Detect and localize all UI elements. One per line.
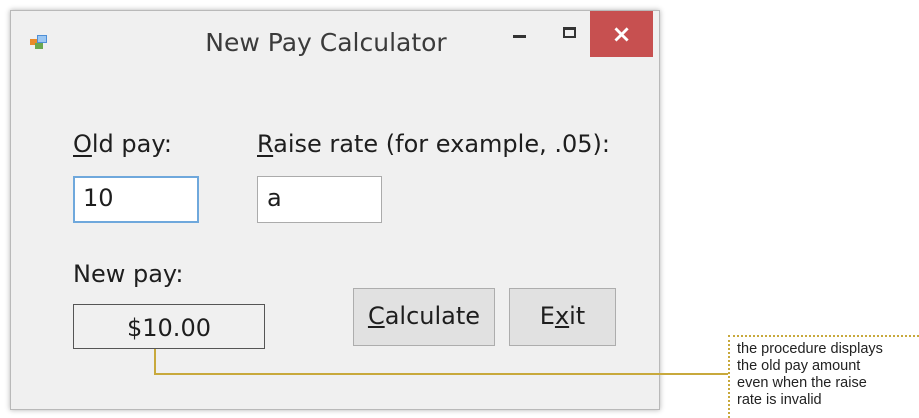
exit-button[interactable]: Exit [509, 288, 616, 346]
maximize-icon [562, 26, 576, 38]
form-client-area: Old pay: 10 Raise rate (for example, .05… [11, 72, 659, 409]
new-pay-label: New pay: [73, 260, 184, 288]
title-bar[interactable]: New Pay Calculator × [11, 11, 659, 72]
callout-line-3: even when the raise [737, 375, 867, 391]
minimize-button[interactable] [495, 11, 543, 59]
callout-connector-horizontal [154, 373, 728, 375]
minimize-icon [512, 35, 526, 38]
old-pay-input[interactable]: 10 [73, 176, 199, 223]
raise-rate-label: Raise rate (for example, .05): [257, 130, 610, 158]
calculate-button[interactable]: Calculate [353, 288, 495, 346]
new-pay-output: $10.00 [73, 304, 265, 349]
raise-rate-input[interactable]: a [257, 176, 382, 223]
app-window: New Pay Calculator × Old pay: 10 Raise r… [10, 10, 660, 410]
close-icon: × [611, 20, 632, 48]
old-pay-label: Old pay: [73, 130, 172, 158]
close-button[interactable]: × [590, 11, 653, 57]
callout-line-2: the old pay amount [737, 358, 861, 374]
callout-line-1: the procedure displays [737, 341, 883, 357]
maximize-button[interactable] [543, 11, 595, 59]
callout-line-4: rate is invalid [737, 392, 822, 408]
callout-connector-vertical [154, 349, 156, 374]
annotation-callout: the procedure displays the old pay amoun… [728, 335, 919, 418]
